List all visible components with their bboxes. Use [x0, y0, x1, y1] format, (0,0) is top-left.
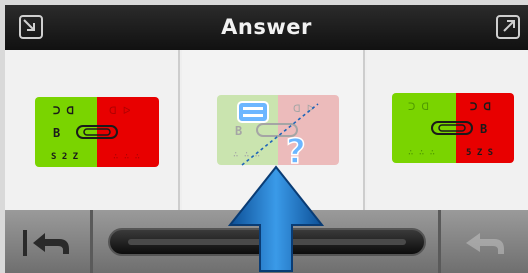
svg-text:B: B [53, 126, 60, 140]
svg-text:ᗡ ᐅ: ᗡ ᐅ [109, 106, 131, 117]
svg-text:∴ ∴ ∴: ∴ ∴ ∴ [113, 152, 140, 162]
answer-card-right[interactable]: ᑐ ᗡ ∴ ∴ ∴ ᑐ ᗡ B 5 Z S [367, 50, 528, 210]
toolbar-separator [90, 210, 93, 273]
eye-chart-chip: ᑐ ᗡ ∴ ∴ ∴ ᑐ ᗡ B 5 Z S [392, 93, 514, 163]
svg-text:ᑐ ᗡ: ᑐ ᗡ [470, 102, 491, 113]
svg-text:ᑐ ᗡ: ᑐ ᗡ [53, 106, 74, 117]
forward-button[interactable] [450, 220, 520, 265]
title-bar: Answer [5, 5, 528, 50]
back-button[interactable] [13, 220, 83, 265]
answer-card-left[interactable]: ᑐ ᗡ B S 2 Z ᗡ ᐅ ∴ ∴ ∴ [5, 50, 180, 210]
expand-icon[interactable] [495, 14, 521, 40]
toolbar-separator [438, 210, 441, 273]
svg-text:ᑐ ᗡ: ᑐ ᗡ [408, 102, 429, 113]
svg-text:∴ ∴ ∴: ∴ ∴ ∴ [408, 148, 435, 158]
svg-text:5 Z S: 5 Z S [466, 148, 493, 158]
up-arrow-icon [228, 165, 324, 272]
equals-icon [237, 101, 269, 123]
eye-chart-chip: ᑐ ᗡ B S 2 Z ᗡ ᐅ ∴ ∴ ∴ [35, 97, 159, 167]
svg-text:S 2 Z: S 2 Z [51, 152, 79, 162]
svg-text:B: B [480, 122, 487, 136]
forward-arrow-icon [466, 233, 504, 254]
window-title: Answer [221, 15, 312, 39]
back-arrow-icon [23, 230, 69, 256]
